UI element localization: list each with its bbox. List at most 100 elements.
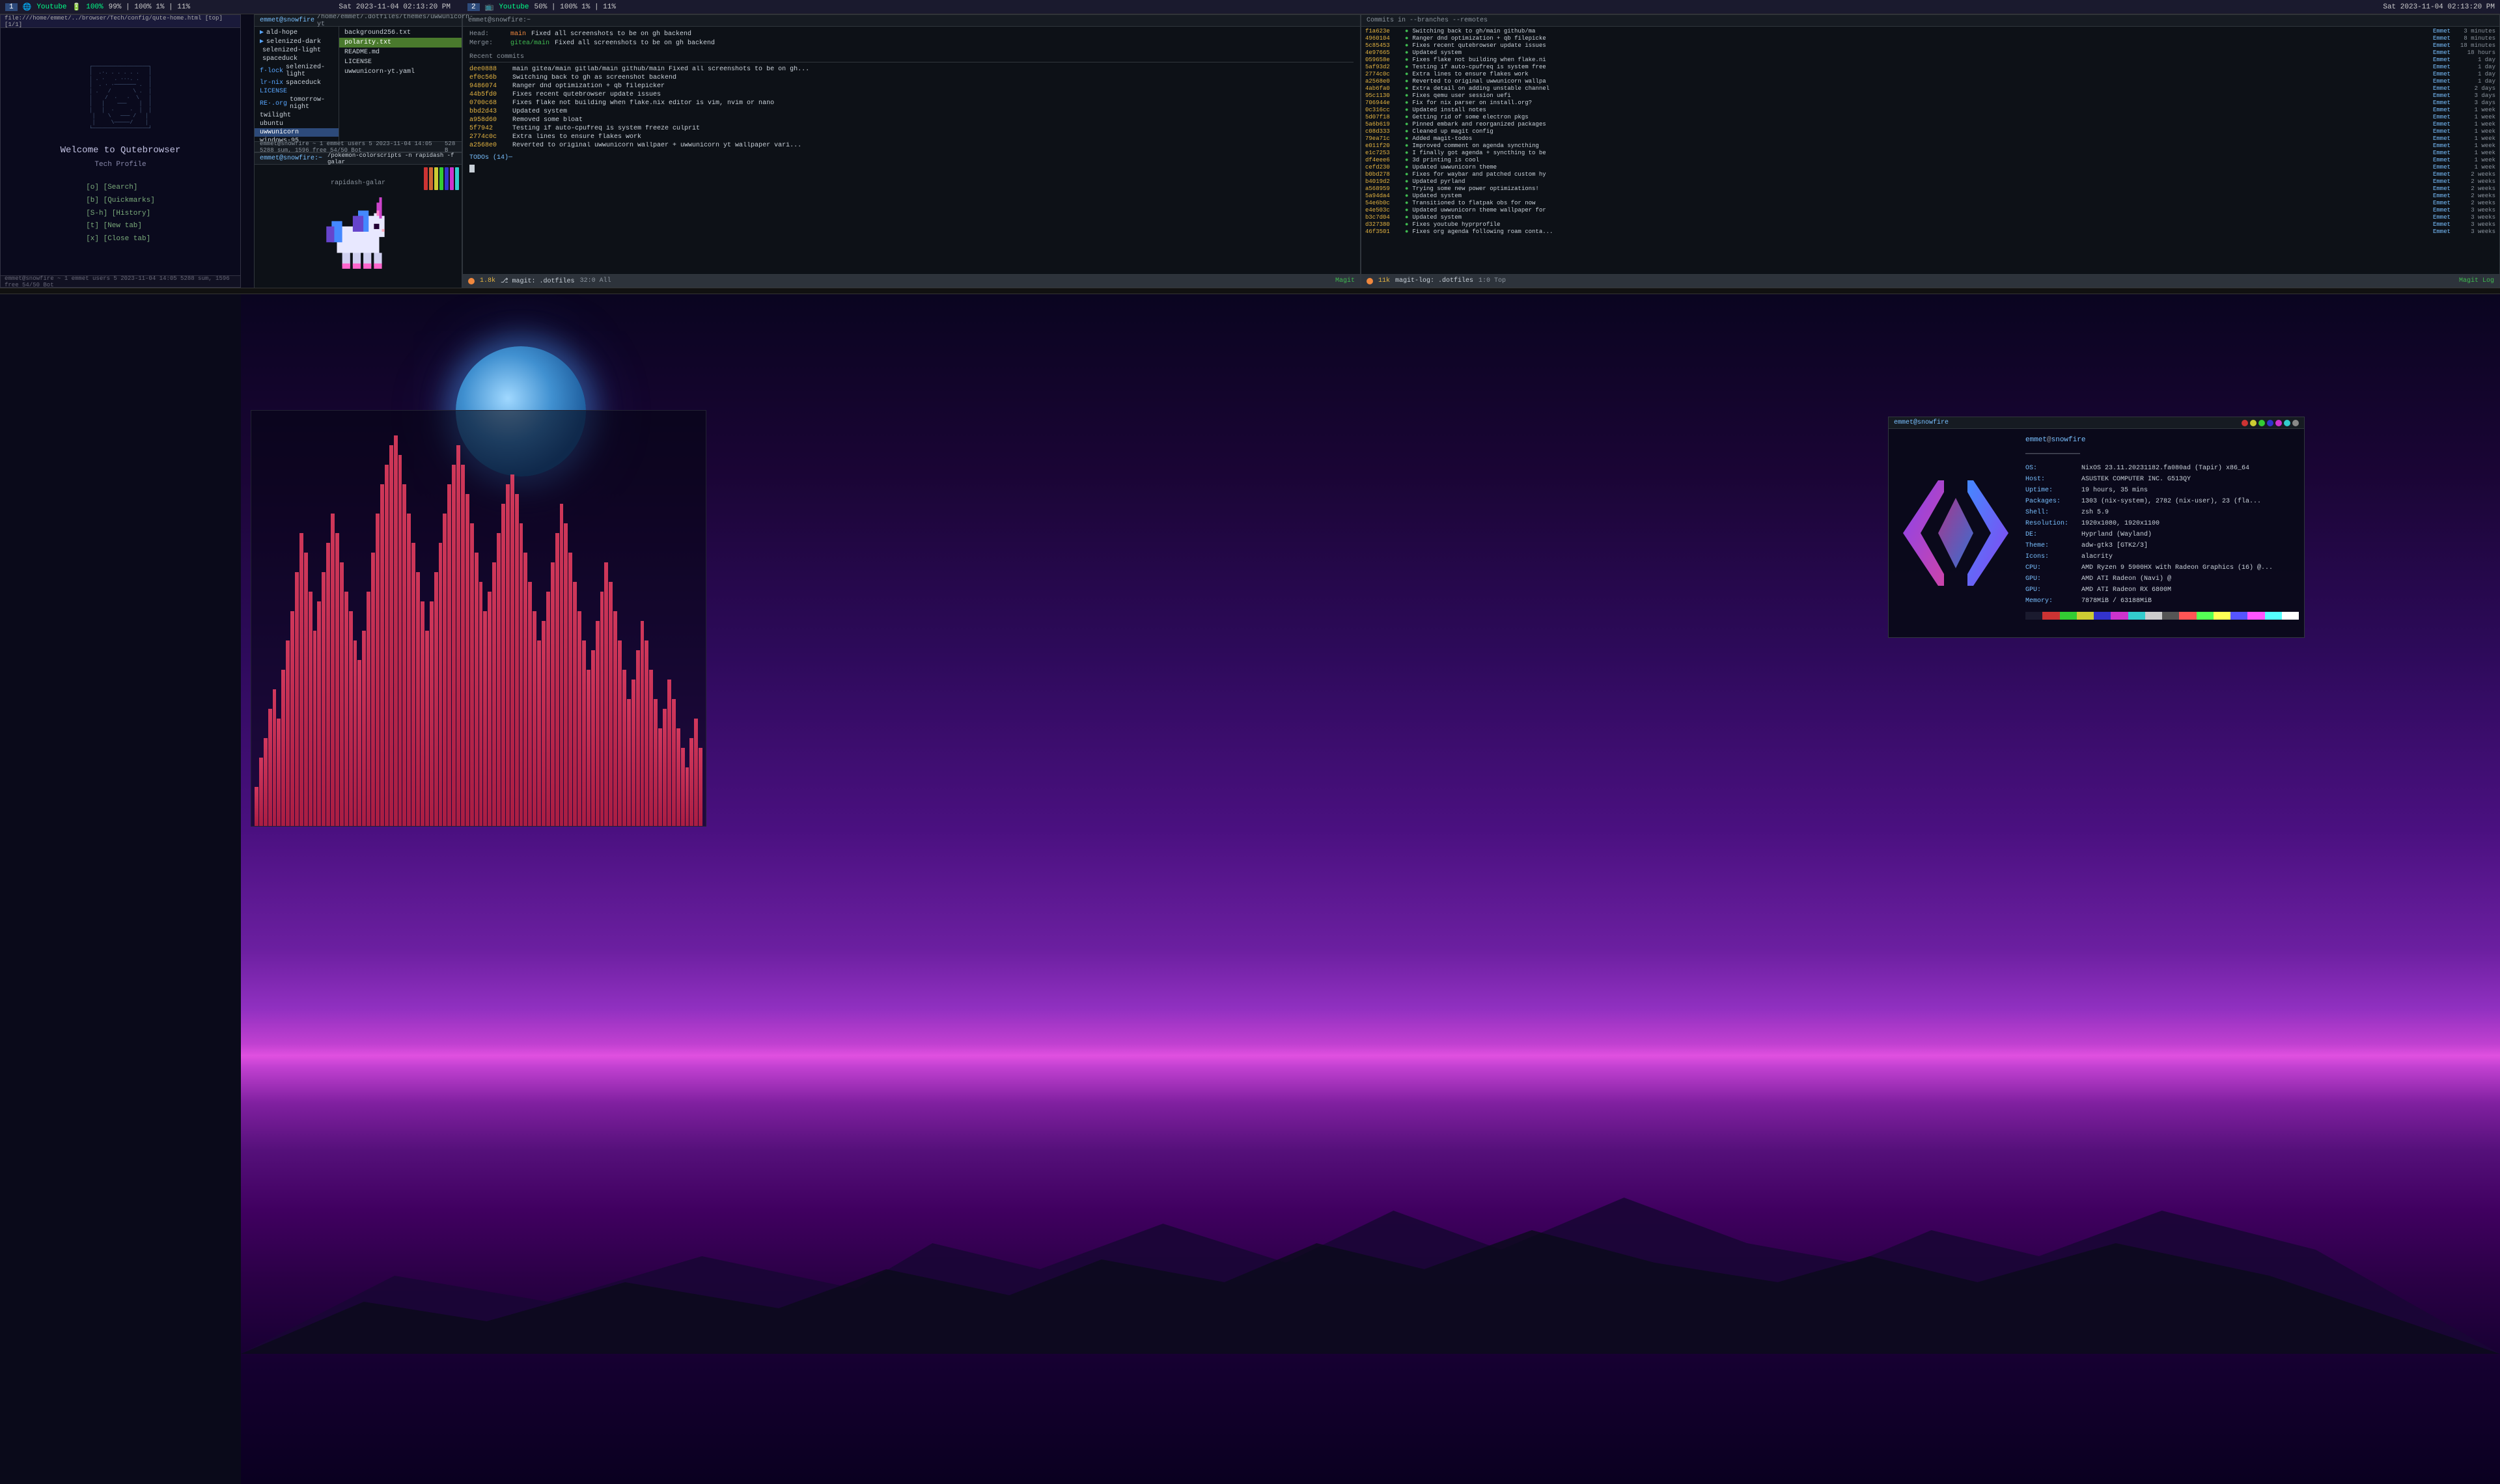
color-swatch-blue [445, 167, 449, 190]
git-head-line: Head: main Fixed all screenshots to be o… [469, 31, 1354, 38]
nf-key: GPU: [2025, 573, 2077, 584]
git-commit-item: 0700c68 Fixes flake not building when fl… [469, 100, 1354, 107]
log-time: 1 week [2460, 107, 2495, 113]
log-hash: b4019d2 [1365, 178, 1401, 185]
log-msg: Fix for nix parser on install.org? [1412, 100, 2429, 106]
git-log-item: e011f20 ● Improved comment on agenda syn… [1365, 143, 2495, 149]
neofetch-content: emmet@snowfire ────────────── OS: NixOS … [1889, 429, 2304, 637]
git-log-item: 2774c0c ● Extra lines to ensure flakes w… [1365, 71, 2495, 77]
log-author: Emmet [2433, 128, 2456, 135]
viz-bar [357, 660, 361, 826]
app-title-m1: Youtube [36, 3, 66, 11]
list-item[interactable]: LICENSE [255, 87, 339, 96]
neofetch-color-block [2128, 612, 2145, 620]
log-bullet: ● [1405, 57, 1408, 63]
list-item[interactable]: LICENSE [339, 57, 462, 67]
git-log-item: 54e6b0c ● Transitioned to flatpak obs fo… [1365, 200, 2495, 206]
list-item[interactable]: selenized-light [255, 46, 339, 55]
viz-bar [546, 592, 550, 826]
log-msg: Testing if auto-cpufreq is system free [1412, 64, 2429, 70]
log-author: Emmet [2433, 193, 2456, 199]
color-swatch-yellow [434, 167, 438, 190]
viz-bar [317, 601, 321, 826]
log-author: Emmet [2433, 221, 2456, 228]
viz-bar [622, 670, 626, 826]
commit-hash: 0700c68 [469, 100, 507, 107]
git-commit-item: a2568e0 Reverted to original uwwunicorn … [469, 142, 1354, 149]
log-hash: 46f3501 [1365, 228, 1401, 235]
color-swatch-orange [429, 167, 433, 190]
list-item[interactable]: ubuntu [255, 120, 339, 128]
stats-m2: 50% | 100% 1% | 11% [535, 3, 616, 11]
commit-msg: Extra lines to ensure flakes work [512, 133, 1354, 141]
git-log-item: a568959 ● Trying some new power optimiza… [1365, 186, 2495, 192]
log-time: 2 days [2460, 85, 2495, 92]
file-manager-status-text: emmet@snowfire ~ 1 emmet users 5 2023-11… [260, 141, 445, 154]
browser-nav-history[interactable]: [S-h] [History] [86, 208, 155, 221]
git-log-item: 46f3501 ● Fixes org agenda following roa… [1365, 228, 2495, 235]
list-item[interactable]: lr-nixspaceduck [255, 79, 339, 87]
list-item[interactable]: uwwunicorn-yt.yaml [339, 67, 462, 77]
git-status-branch: 1.8k [480, 277, 495, 284]
neofetch-fields-container: OS: NixOS 23.11.20231182.fa080ad (Tapir)… [2025, 463, 2299, 607]
log-hash: 95c1130 [1365, 92, 1401, 99]
mountains-svg [241, 1159, 2500, 1354]
browser-nav-search[interactable]: [o] [Search] [86, 182, 155, 195]
neofetch-user: emmet@snowfire [1894, 419, 1949, 426]
list-item[interactable]: spaceduck [255, 55, 339, 63]
nf-val: NixOS 23.11.20231182.fa080ad (Tapir) x86… [2081, 463, 2249, 474]
list-item[interactable]: polarity.txt [339, 38, 462, 48]
list-item[interactable]: background256.txt [339, 28, 462, 38]
list-item[interactable]: f·lockselenized-light [255, 63, 339, 79]
log-bullet: ● [1405, 121, 1408, 128]
file-manager-left: ▶ald-hope ▶selenized-dark selenized-ligh… [255, 27, 339, 141]
list-item[interactable]: uwwunicorn [255, 128, 339, 137]
viz-bar [604, 562, 608, 826]
browser-nav-newtab[interactable]: [t] [New tab] [86, 220, 155, 233]
git-log-panel: Commits in --branches --remotes f1a623e … [1361, 14, 2500, 288]
color-bar [424, 167, 459, 190]
list-item[interactable]: RE·.orgtomorrow-night [255, 96, 339, 111]
log-time: 18 minutes [2460, 42, 2495, 49]
log-time: 1 week [2460, 128, 2495, 135]
browser-nav-quickmarks[interactable]: [b] [Quickmarks] [86, 195, 155, 208]
browser-nav-closetab[interactable]: [x] [Close tab] [86, 233, 155, 246]
file-manager-header: emmet@snowfire /home/emmet/.dotfiles/the… [255, 15, 462, 27]
git-log-item: 059658e ● Fixes flake not building when … [1365, 57, 2495, 63]
viz-bar [501, 504, 505, 826]
dot-purple [2275, 420, 2282, 426]
viz-bar [439, 543, 443, 826]
log-msg: Getting rid of some electron pkgs [1412, 114, 2429, 120]
viz-bar [577, 611, 581, 826]
git-log-item: a2568e0 ● Reverted to original uwwunicor… [1365, 78, 2495, 85]
viz-bar [645, 640, 648, 826]
list-item[interactable]: ▶ald-hope [255, 28, 339, 37]
commit-hash: 9486074 [469, 83, 507, 90]
list-item[interactable]: ▶selenized-dark [255, 37, 339, 46]
log-time: 1 day [2460, 57, 2495, 63]
log-time: 3 weeks [2460, 228, 2495, 235]
commit-hash: dee0888 [469, 66, 507, 73]
viz-bar [331, 514, 335, 826]
pokemon-panel-header: emmet@snowfire:~ /pokemon-colorscripts -… [255, 153, 462, 165]
neofetch-field: Theme: adw-gtk3 [GTK2/3] [2025, 540, 2299, 551]
git-log-item: e4e503c ● Updated uwwunicorn theme wallp… [1365, 207, 2495, 213]
workspace-2[interactable]: 2 [467, 3, 480, 11]
log-time: 2 weeks [2460, 193, 2495, 199]
browser-title: Welcome to Qutebrowser [61, 145, 181, 156]
list-item[interactable]: README.md [339, 48, 462, 57]
git-log-item: c08d333 ● Cleaned up magit config Emmet … [1365, 128, 2495, 135]
nf-val: 19 hours, 35 mins [2081, 485, 2148, 496]
log-msg: Updated uwwunicorn theme [1412, 164, 2429, 171]
git-log-item: 5af93d2 ● Testing if auto-cpufreq is sys… [1365, 64, 2495, 70]
commit-hash: 2774c0c [469, 133, 507, 141]
log-msg: Updated uwwunicorn theme wallpaper for [1412, 207, 2429, 213]
log-author: Emmet [2433, 71, 2456, 77]
git-head-msg: Fixed all screenshots to be on gh backen… [531, 31, 691, 38]
git-log-item: 706944e ● Fix for nix parser on install.… [1365, 100, 2495, 106]
workspace-1[interactable]: 1 [5, 3, 18, 11]
list-item[interactable]: twilight [255, 111, 339, 120]
git-main-status-bar: 1.8k ⎇ magit: .dotfiles 32:0 All Magit [463, 274, 1360, 287]
viz-bar [587, 670, 590, 826]
viz-bar [354, 640, 357, 826]
